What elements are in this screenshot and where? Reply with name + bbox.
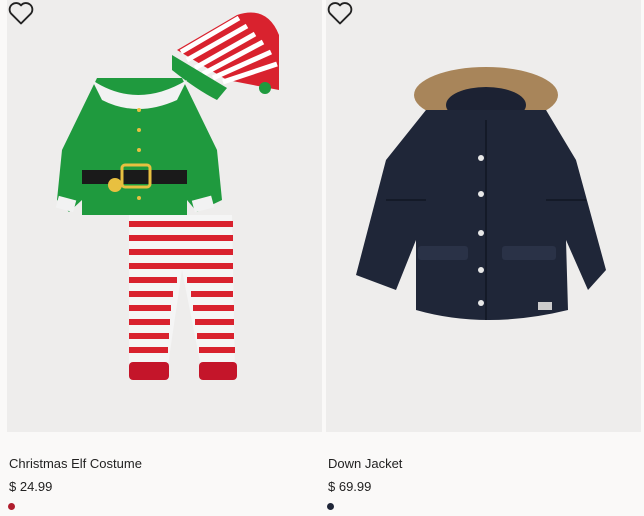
product-card[interactable]: Christmas Elf Costume $ 24.99 [7, 0, 322, 516]
elf-costume-image [55, 12, 279, 380]
heart-icon[interactable] [7, 0, 35, 26]
product-price: $ 24.99 [9, 479, 53, 494]
product-card[interactable]: Down Jacket $ 69.99 [326, 0, 641, 516]
product-price: $ 69.99 [328, 479, 372, 494]
product-title[interactable]: Christmas Elf Costume [9, 456, 142, 471]
product-image[interactable] [326, 0, 641, 432]
down-jacket-image [356, 67, 606, 320]
product-title[interactable]: Down Jacket [328, 456, 402, 471]
product-image[interactable] [7, 0, 322, 432]
heart-icon[interactable] [326, 0, 354, 26]
color-swatch[interactable] [8, 503, 15, 510]
color-swatch[interactable] [327, 503, 334, 510]
